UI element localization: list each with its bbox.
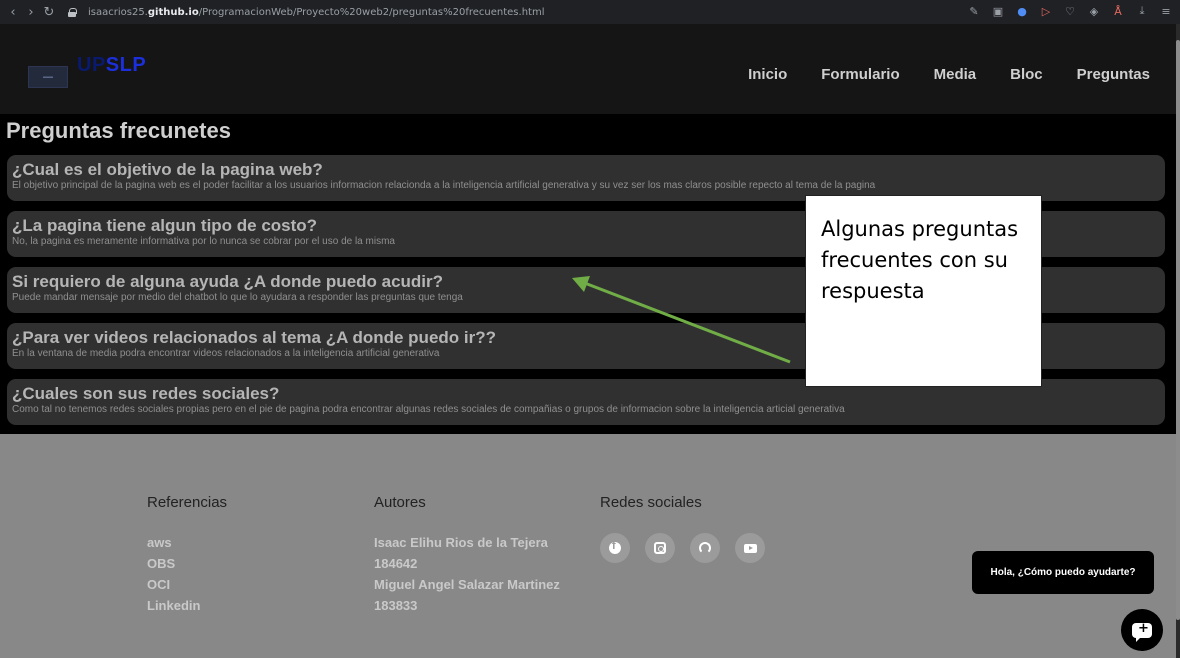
instagram-icon[interactable] bbox=[645, 533, 675, 563]
chatbot-button[interactable] bbox=[1121, 609, 1163, 651]
annotation-arrow bbox=[572, 276, 791, 364]
forward-icon[interactable]: › bbox=[22, 3, 40, 21]
nav-preguntas[interactable]: Preguntas bbox=[1077, 66, 1150, 83]
lock-icon bbox=[68, 7, 77, 17]
faq-question: ¿Cual es el objetivo de la pagina web? bbox=[12, 160, 323, 179]
profile-icon[interactable]: Å bbox=[1110, 3, 1126, 19]
reload-icon[interactable]: ↻ bbox=[40, 3, 58, 21]
annotation-callout: Algunas preguntas frecuentes con su resp… bbox=[805, 195, 1042, 387]
scrollbar-thumb[interactable] bbox=[1176, 40, 1180, 620]
chat-icon bbox=[1132, 621, 1152, 642]
footer-references: Referencias aws OBS OCI Linkedin bbox=[147, 494, 227, 617]
nav-media[interactable]: Media bbox=[934, 66, 977, 83]
footer-heading-authors: Autores bbox=[374, 494, 426, 511]
main-nav: Inicio Formulario Media Bloc Preguntas bbox=[748, 66, 1150, 83]
nav-formulario[interactable]: Formulario bbox=[821, 66, 899, 83]
annotation-text: Algunas preguntas frecuentes con su resp… bbox=[821, 217, 1019, 303]
extensions-bar: ✎ ▣ ● ▷ ♡ ◈ Å ⤓ ≡ bbox=[966, 3, 1174, 19]
cube-icon[interactable]: ◈ bbox=[1086, 3, 1102, 19]
edit-icon[interactable]: ✎ bbox=[966, 3, 982, 19]
url-domain: github.io bbox=[147, 6, 199, 18]
author-name: Isaac Elihu Rios de la Tejera bbox=[374, 535, 548, 550]
page-title: Preguntas frecunetes bbox=[6, 118, 231, 143]
nav-bloc[interactable]: Bloc bbox=[1010, 66, 1043, 83]
play-icon[interactable]: ▷ bbox=[1038, 3, 1054, 19]
footer-authors: Autores Isaac Elihu Rios de la Tejera 18… bbox=[374, 494, 560, 617]
brand-logo[interactable]: UPSLP bbox=[77, 54, 146, 77]
faq-answer: Como tal no tenemos redes sociales propi… bbox=[12, 404, 845, 415]
footer-link-linkedin[interactable]: Linkedin bbox=[147, 596, 227, 616]
url-path: /ProgramacionWeb/Proyecto%20web2/pregunt… bbox=[198, 6, 545, 18]
address-bar[interactable]: isaacrios25. github.io/ProgramacionWeb/Pr… bbox=[68, 7, 544, 18]
logo-image[interactable]: ▬▬ bbox=[28, 66, 68, 88]
back-icon[interactable]: ‹ bbox=[4, 3, 22, 21]
author-id: 184642 bbox=[374, 556, 418, 571]
author-name: Miguel Angel Salazar Martinez bbox=[374, 577, 560, 592]
footer-link-obs[interactable]: OBS bbox=[147, 554, 227, 574]
brand-part2: SLP bbox=[105, 54, 147, 76]
site-header: ▬▬ UPSLP Inicio Formulario Media Bloc Pr… bbox=[0, 24, 1176, 114]
menu-icon[interactable]: ≡ bbox=[1158, 3, 1174, 19]
shield-icon[interactable]: ● bbox=[1014, 3, 1030, 19]
github-icon[interactable] bbox=[690, 533, 720, 563]
heart-icon[interactable]: ♡ bbox=[1062, 3, 1078, 19]
footer-link-oci[interactable]: OCI bbox=[147, 575, 227, 595]
faq-answer: El objetivo principal de la pagina web e… bbox=[12, 180, 876, 191]
chatbot-greeting[interactable]: Hola, ¿Cómo puedo ayudarte? bbox=[972, 551, 1154, 594]
footer-socials: Redes sociales bbox=[600, 494, 765, 563]
brand-part1: UP bbox=[77, 54, 106, 76]
site-footer: Referencias aws OBS OCI Linkedin Autores… bbox=[0, 434, 1176, 658]
url-prefix: isaacrios25. bbox=[88, 6, 148, 18]
footer-heading-socials: Redes sociales bbox=[600, 494, 702, 511]
footer-heading-references: Referencias bbox=[147, 494, 228, 511]
annotation-arrow-line bbox=[581, 280, 791, 364]
footer-link-aws[interactable]: aws bbox=[147, 533, 227, 553]
social-icons bbox=[600, 533, 765, 563]
author-id: 183833 bbox=[374, 598, 418, 613]
facebook-icon[interactable] bbox=[600, 533, 630, 563]
youtube-icon[interactable] bbox=[735, 533, 765, 563]
nav-inicio[interactable]: Inicio bbox=[748, 66, 787, 83]
browser-toolbar: ‹ › ↻ isaacrios25. github.io/Programacion… bbox=[0, 0, 1180, 24]
scrollbar[interactable] bbox=[1176, 24, 1180, 658]
download-icon[interactable]: ⤓ bbox=[1134, 3, 1150, 19]
screenshot-icon[interactable]: ▣ bbox=[990, 3, 1006, 19]
page: ▬▬ UPSLP Inicio Formulario Media Bloc Pr… bbox=[0, 24, 1176, 658]
